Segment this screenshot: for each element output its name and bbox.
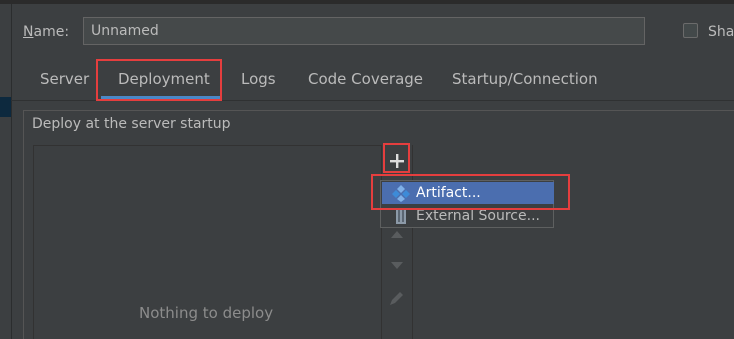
tab-code-coverage[interactable]: Code Coverage: [308, 69, 423, 89]
configurations-tree-selection[interactable]: [0, 97, 11, 117]
pencil-icon[interactable]: [388, 289, 406, 307]
menu-item-artifact[interactable]: Artifact...: [382, 182, 554, 204]
selected-tab-indicator: [101, 96, 220, 99]
tab-server[interactable]: Server: [40, 69, 89, 89]
tab-logs[interactable]: Logs: [241, 69, 276, 89]
plus-icon[interactable]: [388, 152, 406, 170]
share-checkbox-label[interactable]: Sha: [708, 23, 734, 41]
deploy-section-title: Deploy at the server startup: [32, 115, 235, 133]
tab-startup-connection[interactable]: Startup/Connection: [452, 69, 598, 89]
deploy-toolbar: [383, 145, 413, 339]
tab-deployment[interactable]: Deployment: [118, 69, 210, 89]
name-label: Name:: [23, 24, 70, 40]
menu-item-artifact-label: Artifact...: [416, 185, 481, 201]
artifact-icon: [392, 185, 410, 202]
add-menu-popup: Artifact... External Source...: [380, 180, 554, 228]
name-input[interactable]: [83, 17, 645, 45]
tabs-separator: [11, 100, 734, 101]
external-source-icon: [396, 208, 406, 224]
menu-item-external-source[interactable]: External Source...: [382, 205, 554, 227]
arrow-down-icon[interactable]: [388, 256, 406, 274]
share-checkbox[interactable]: [683, 23, 698, 38]
window-top-strip: [0, 0, 734, 4]
menu-item-external-source-label: External Source...: [416, 208, 540, 224]
deploy-list-empty-text: Nothing to deploy: [139, 304, 274, 322]
configurations-tree[interactable]: [0, 4, 12, 339]
